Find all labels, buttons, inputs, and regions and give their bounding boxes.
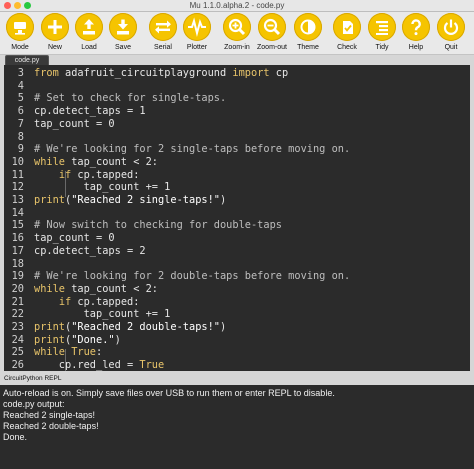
window-title: Mu 1.1.0.alpha.2 - code.py: [189, 1, 285, 10]
line-number: 15: [11, 219, 24, 232]
code-text: if cp.tapped:: [58, 168, 140, 181]
repl-output-line: Reached 2 double-taps!: [3, 420, 99, 431]
line-number: 6: [17, 105, 24, 118]
code-line: 13 print("Reached 2 single-taps!"): [4, 194, 470, 207]
code-line: 16 tap_count = 0: [4, 232, 470, 245]
code-text: # Now switch to checking for double-taps: [34, 219, 282, 232]
code-line: 3 from adafruit_circuitplayground import …: [4, 67, 470, 80]
code-line: 22 tap_count += 1: [4, 308, 470, 321]
line-number: 26: [11, 359, 24, 371]
theme-icon: [294, 13, 322, 41]
repl-output-line: Auto-reload is on. Simply save files ove…: [3, 388, 335, 398]
repl-pane-title: CircuitPython REPL: [4, 375, 62, 382]
line-number: 21: [11, 295, 24, 308]
zoom-out-icon: [258, 13, 286, 41]
line-number: 19: [11, 270, 24, 283]
plotter-icon: [183, 13, 211, 41]
window-titlebar: Mu 1.1.0.alpha.2 - code.py: [0, 0, 474, 12]
code-line: 4: [4, 80, 470, 93]
code-line: 26 cp.red_led = True: [4, 359, 470, 371]
code-text: tap_count += 1: [34, 181, 171, 194]
code-text: from adafruit_circuitplayground import c…: [34, 67, 289, 79]
code-line: 21 if cp.tapped:: [4, 296, 470, 309]
code-text: # We're looking for 2 double-taps before…: [34, 270, 351, 283]
line-number: 12: [11, 181, 24, 194]
code-line: 23 print("Reached 2 double-taps!"): [4, 321, 470, 334]
code-line: 8: [4, 131, 470, 144]
code-text: tap_count = 0: [34, 232, 115, 245]
code-text: while tap_count < 2:: [34, 282, 158, 295]
code-line: 14: [4, 207, 470, 220]
code-line: 12 tap_count += 1: [4, 181, 470, 194]
help-icon: [402, 13, 430, 41]
code-text: cp.red_led = True: [34, 359, 165, 371]
line-number: 11: [11, 168, 24, 181]
line-number: 8: [17, 130, 24, 143]
code-text: print("Done."): [34, 333, 121, 346]
upload-icon: [75, 13, 103, 41]
code-line: 6 cp.detect_taps = 1: [4, 105, 470, 118]
code-line: 18: [4, 258, 470, 271]
code-line: 20 while tap_count < 2:: [4, 283, 470, 296]
code-text: print("Reached 2 double-taps!"): [34, 321, 227, 333]
line-number: 24: [11, 333, 24, 346]
line-number: 5: [17, 92, 24, 105]
toolbar: Mode New Load Save Serial Plotter Zoom-i…: [0, 12, 474, 55]
code-line: 19 # We're looking for 2 double-taps befo…: [4, 270, 470, 283]
line-number: 14: [11, 206, 24, 219]
code-line: 24 print("Done."): [4, 334, 470, 347]
serial-icon: [149, 13, 177, 41]
code-text: if cp.tapped:: [58, 295, 140, 308]
code-line: 9 # We're looking for 2 single-taps befor…: [4, 143, 470, 156]
repl-output-line: Reached 2 single-taps!: [3, 409, 96, 420]
line-number: 17: [11, 244, 24, 257]
line-number: 13: [11, 194, 24, 206]
line-number: 7: [17, 117, 24, 130]
code-text: while True:: [34, 346, 103, 359]
repl-output-line: code.py output:: [3, 398, 65, 409]
line-number: 16: [11, 232, 24, 245]
code-line: 15 # Now switch to checking for double-ta…: [4, 219, 470, 232]
plus-icon: [41, 13, 69, 41]
code-line: 25 while True:: [4, 346, 470, 359]
code-text: tap_count = 0: [34, 117, 115, 130]
code-line: 5 # Set to check for single-taps.: [4, 92, 470, 105]
line-number: 9: [17, 143, 24, 156]
line-number: 22: [11, 308, 24, 321]
code-text: cp.detect_taps = 1: [34, 105, 146, 118]
code-text: print("Reached 2 single-taps!"): [34, 194, 227, 206]
code-text: while tap_count < 2:: [34, 155, 158, 168]
repl-console[interactable]: Auto-reload is on. Simply save files ove…: [0, 385, 474, 469]
line-number: 3: [17, 67, 24, 79]
code-line: 11 if cp.tapped:: [4, 169, 470, 182]
code-editor[interactable]: 3 from adafruit_circuitplayground import …: [4, 65, 470, 371]
code-line: 17 cp.detect_taps = 2: [4, 245, 470, 258]
line-number: 4: [17, 79, 24, 92]
mode-icon: [6, 13, 34, 41]
code-text: # Set to check for single-taps.: [34, 92, 227, 105]
check-icon: [333, 13, 361, 41]
line-number: 20: [11, 282, 24, 295]
tidy-icon: [368, 13, 396, 41]
line-number: 18: [11, 257, 24, 270]
code-text: cp.detect_taps = 2: [34, 244, 146, 257]
code-text: # We're looking for 2 single-taps before…: [34, 143, 351, 156]
code-line: 7 tap_count = 0: [4, 118, 470, 131]
quit-button[interactable]: Quit: [431, 13, 471, 53]
quit-icon: [437, 13, 465, 41]
zoom-in-icon: [223, 13, 251, 41]
code-text: tap_count += 1: [34, 308, 171, 321]
download-icon: [109, 13, 137, 41]
quit-button-label: Quit: [444, 44, 458, 51]
repl-output-line: Done.: [3, 431, 28, 442]
line-number: 25: [11, 346, 24, 359]
line-number: 23: [11, 321, 24, 333]
code-line: 10 while tap_count < 2:: [4, 156, 470, 169]
line-number: 10: [11, 155, 24, 168]
